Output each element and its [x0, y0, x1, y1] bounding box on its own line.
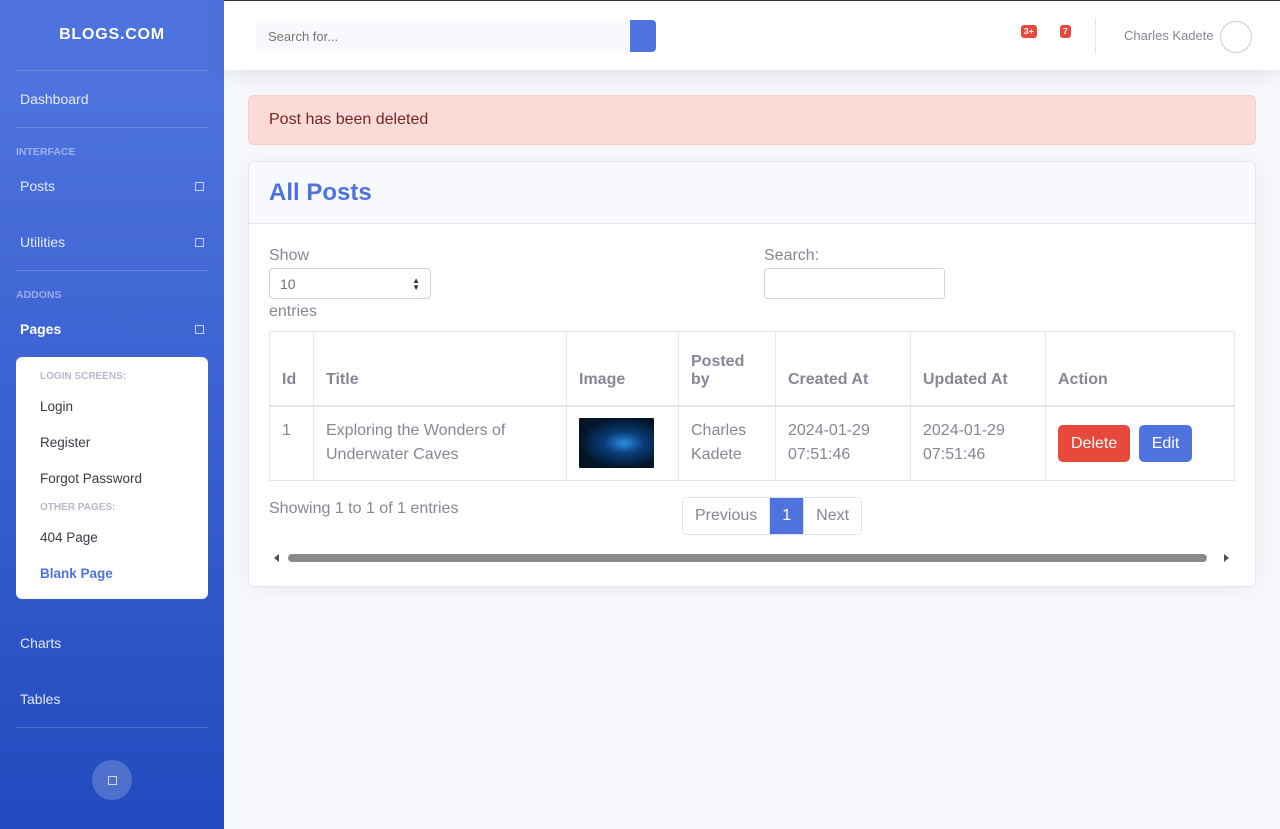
sidebar-item-label: Utilities	[20, 234, 66, 250]
sidebar-item-tables[interactable]: Tables	[0, 671, 224, 727]
avatar[interactable]	[1220, 21, 1252, 53]
sidebar-heading-interface: INTERFACE	[16, 146, 76, 158]
sidebar-item-label: Posts	[20, 178, 56, 194]
cell-updated-at: 2024-01-29 07:51:46	[910, 405, 1046, 481]
cell-action: Delete Edit	[1045, 405, 1235, 481]
scroll-right-icon[interactable]	[1224, 554, 1229, 562]
alert-message: Post has been deleted	[269, 111, 429, 128]
post-thumbnail	[579, 418, 654, 469]
chevron-left-icon	[107, 775, 117, 785]
submenu-header-other: OTHER PAGES:	[40, 502, 116, 513]
posts-table: Id Title Image Posted by Created At Upda…	[269, 331, 1235, 481]
sidebar-item-label: Charts	[20, 635, 62, 651]
scroll-left-icon[interactable]	[274, 554, 279, 562]
column-header-created-at[interactable]: Created At	[775, 331, 911, 407]
page-length-value: 10	[280, 275, 296, 292]
submenu-header-login: LOGIN SCREENS:	[40, 371, 127, 382]
user-name[interactable]: Charles Kadete	[1124, 28, 1214, 43]
delete-button[interactable]: Delete	[1058, 424, 1131, 462]
card-header: All Posts	[249, 162, 1255, 224]
topbar-divider	[1095, 18, 1096, 54]
scrollbar-thumb[interactable]	[288, 554, 1207, 562]
messages-badge[interactable]: 7	[1060, 25, 1071, 38]
table-header-row: Id Title Image Posted by Created At Upda…	[269, 331, 1235, 407]
cell-title: Exploring the Wonders of Underwater Cave…	[313, 405, 567, 481]
page-title: All Posts	[269, 178, 372, 206]
chevron-down-icon	[195, 324, 204, 334]
sidebar-item-pages[interactable]: Pages	[0, 301, 224, 357]
pagination-previous[interactable]: Previous	[683, 498, 771, 534]
cell-created-at: 2024-01-29 07:51:46	[775, 405, 911, 481]
submenu-item-register[interactable]: Register	[16, 424, 208, 460]
chevron-right-icon	[195, 181, 204, 191]
topbar: 3+ 7 Charles Kadete	[224, 0, 1280, 70]
pages-submenu: LOGIN SCREENS: Login Register Forgot Pas…	[16, 357, 208, 599]
sidebar-item-utilities[interactable]: Utilities	[0, 214, 224, 270]
alerts-badge[interactable]: 3+	[1021, 25, 1037, 38]
sidebar: BLOGS.COM Dashboard INTERFACE Posts Util…	[0, 0, 224, 829]
page-length-select[interactable]: 10 ▲ ▼	[269, 268, 431, 299]
sidebar-divider	[16, 127, 208, 128]
sidebar-item-label: Tables	[20, 691, 61, 707]
search-input[interactable]	[256, 20, 630, 52]
sidebar-item-charts[interactable]: Charts	[0, 615, 224, 671]
sidebar-divider	[16, 270, 208, 271]
select-arrows-icon: ▲ ▼	[412, 275, 420, 292]
table-info: Showing 1 to 1 of 1 entries	[269, 500, 459, 517]
sidebar-heading-addons: ADDONS	[16, 289, 62, 301]
submenu-item-forgot-password[interactable]: Forgot Password	[16, 460, 208, 496]
table-search-label: Search:	[764, 247, 820, 264]
column-header-action[interactable]: Action	[1045, 331, 1235, 407]
pagination-next[interactable]: Next	[804, 498, 861, 534]
cell-id: 1	[269, 405, 314, 481]
cell-posted-by: Charles Kadete	[678, 405, 776, 481]
entries-label: entries	[269, 303, 318, 320]
column-header-id[interactable]: Id	[269, 331, 314, 407]
posts-card: All Posts Show 10 ▲ ▼ entries Search: Id …	[248, 161, 1256, 587]
alert-danger: Post has been deleted	[248, 95, 1256, 145]
chevron-right-icon	[195, 237, 204, 247]
pagination: Previous 1 Next	[682, 497, 863, 535]
horizontal-scrollbar[interactable]	[271, 551, 1233, 565]
column-header-title[interactable]: Title	[313, 331, 567, 407]
show-label: Show	[269, 247, 310, 264]
pagination-page-1[interactable]: 1	[770, 498, 805, 534]
cell-image	[566, 405, 679, 481]
column-header-updated-at[interactable]: Updated At	[910, 331, 1046, 407]
submenu-item-blank[interactable]: Blank Page	[16, 555, 208, 591]
sidebar-item-label: Dashboard	[20, 91, 89, 107]
submenu-item-404[interactable]: 404 Page	[16, 519, 208, 555]
brand-logo[interactable]: BLOGS.COM	[0, 0, 224, 70]
column-header-image[interactable]: Image	[566, 331, 679, 407]
sidebar-item-dashboard[interactable]: Dashboard	[0, 71, 224, 127]
sidebar-item-posts[interactable]: Posts	[0, 158, 224, 214]
sidebar-divider	[16, 727, 208, 728]
edit-button[interactable]: Edit	[1138, 424, 1193, 462]
search-button[interactable]	[630, 20, 656, 52]
topbar-search	[256, 20, 656, 52]
sidebar-toggle-button[interactable]	[92, 760, 132, 800]
table-row: 1 Exploring the Wonders of Underwater Ca…	[269, 405, 1235, 481]
column-header-posted-by[interactable]: Posted by	[678, 331, 776, 407]
submenu-item-login[interactable]: Login	[16, 388, 208, 424]
table-search-input[interactable]	[764, 268, 945, 299]
sidebar-item-label: Pages	[20, 321, 62, 337]
